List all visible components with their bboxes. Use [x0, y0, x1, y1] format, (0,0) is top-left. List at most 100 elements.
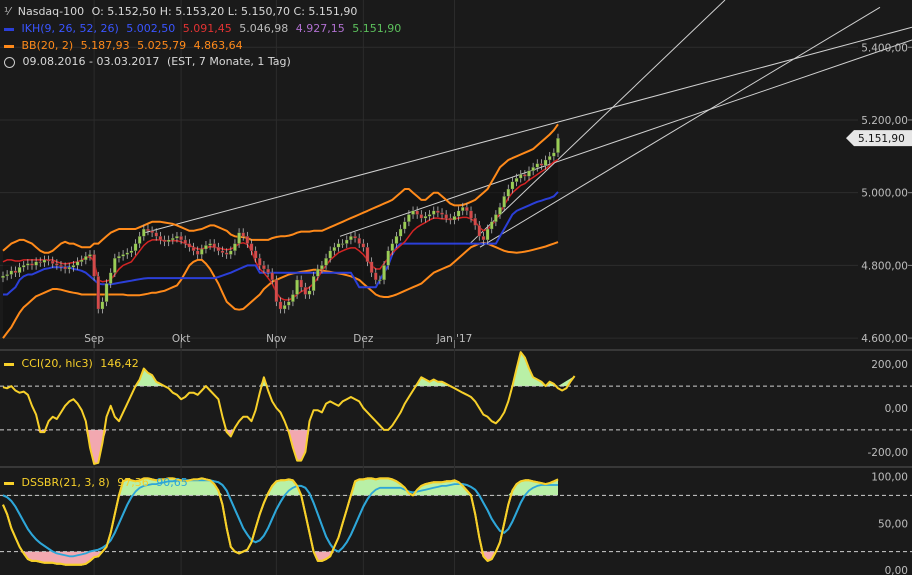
candle-body [55, 263, 59, 266]
candle-body [473, 217, 477, 226]
candle-body [71, 265, 76, 268]
candle-body [104, 283, 109, 302]
candle-body [448, 217, 453, 221]
dss-signal-value: 90,65 [156, 476, 188, 489]
candle-body [13, 270, 18, 273]
candle-body [121, 254, 125, 257]
candle-body [187, 243, 192, 248]
ikh-value: 5.046,98 [239, 22, 289, 35]
candle-body [316, 268, 320, 277]
x-tick-label: Dez [353, 333, 374, 345]
candle-body [556, 137, 560, 153]
candle-body [79, 259, 84, 262]
candle-body [171, 237, 175, 241]
candle-body [527, 170, 531, 177]
range-legend: 09.08.2016 - 03.03.2017 (EST, 7 Monate, … [4, 55, 295, 68]
ikh-value: 5.002,50 [126, 22, 176, 35]
candle-body [30, 263, 34, 266]
candle-body [50, 260, 55, 264]
candle-body [411, 210, 415, 215]
candle-body [175, 236, 179, 239]
candle-body [166, 239, 171, 242]
candle-body [233, 243, 237, 251]
candle-body [9, 270, 14, 275]
candle-body [237, 232, 241, 244]
bb-legend[interactable]: BB(20, 2) 5.187,93 5.025,79 4.863,64 [4, 39, 247, 52]
candle-body [353, 236, 357, 239]
candle-body [427, 214, 432, 217]
candle-body [423, 216, 428, 219]
candle-body [59, 265, 63, 267]
dss-legend[interactable]: DSSBR(21, 3, 8) 97,36 90,65 [4, 476, 192, 489]
candle-body [26, 263, 30, 266]
candle-body [204, 245, 208, 250]
x-tick-label: Okt [172, 333, 190, 345]
candle-body [303, 287, 308, 295]
price-tick-label: 5.400,00 [861, 42, 908, 54]
cci-label: CCI(20, hlc3) [21, 357, 93, 370]
candle-body [407, 214, 411, 222]
candle-body [34, 261, 38, 266]
candle-body [146, 228, 150, 231]
ikh-legend[interactable]: IKH(9, 26, 52, 26) 5.002,50 5.091,45 5.0… [4, 22, 405, 35]
candle-body [42, 259, 47, 263]
candle-body [46, 259, 51, 262]
x-tick-label: Nov [266, 333, 287, 345]
last-price-marker: 5.151,90 [846, 130, 912, 147]
candle-body [431, 210, 436, 215]
candle-body [200, 248, 204, 255]
price-tick-label: 4.800,00 [861, 260, 908, 272]
candle-body [150, 230, 154, 233]
candle-body [224, 252, 229, 255]
candle-body [311, 276, 316, 291]
ikh-swatch-icon [4, 27, 14, 31]
bb-value: 5.025,79 [137, 39, 187, 52]
dss-panel [0, 477, 912, 566]
candle-body [245, 236, 250, 244]
candle-body [274, 279, 279, 302]
candle-body [291, 294, 295, 302]
trendline [339, 39, 912, 237]
cci-legend[interactable]: CCI(20, hlc3) 146,42 [4, 357, 143, 370]
dss-tick-label: 0,00 [885, 565, 908, 575]
candle-body [117, 256, 121, 259]
ikh-value: 5.091,45 [182, 22, 232, 35]
candle-body [287, 301, 291, 306]
indicator-toggle-icon[interactable]: ⅟ [4, 5, 10, 18]
date-range: 09.08.2016 - 03.03.2017 [22, 55, 160, 68]
candle-body [502, 196, 506, 208]
candle-body [369, 261, 374, 273]
dss-tick-label: 100,00 [871, 472, 908, 484]
candle-body [212, 243, 216, 248]
bb-swatch-icon [4, 44, 14, 48]
candle-body [307, 290, 312, 295]
candle-body [63, 266, 67, 270]
candle-body [394, 236, 399, 244]
candle-body [332, 247, 337, 251]
candle-body [324, 257, 328, 266]
candle-body [67, 267, 72, 270]
candle-body [386, 250, 390, 266]
candle-body [21, 265, 26, 268]
candle-body [481, 236, 486, 241]
candle-body [249, 243, 254, 251]
candle-body [518, 174, 523, 179]
candle-body [208, 243, 212, 246]
candle-body [92, 254, 96, 277]
candle-body [1, 275, 5, 278]
price-tick-label: 5.000,00 [861, 188, 908, 200]
candle-body [494, 214, 498, 222]
candle-body [108, 272, 113, 284]
candle-body [460, 207, 465, 212]
candle-body [345, 239, 349, 244]
candle-body [162, 239, 167, 242]
candle-body [365, 247, 370, 262]
candle-body [262, 265, 266, 270]
candle-body [133, 243, 138, 251]
symbol-name: Nasdaq-100 [17, 5, 85, 18]
cci-tick-label: 200,00 [871, 359, 908, 371]
candle-body [543, 159, 548, 166]
candle-body [328, 250, 332, 259]
ikh-value: 5.151,90 [352, 22, 402, 35]
candle-body [125, 252, 130, 255]
